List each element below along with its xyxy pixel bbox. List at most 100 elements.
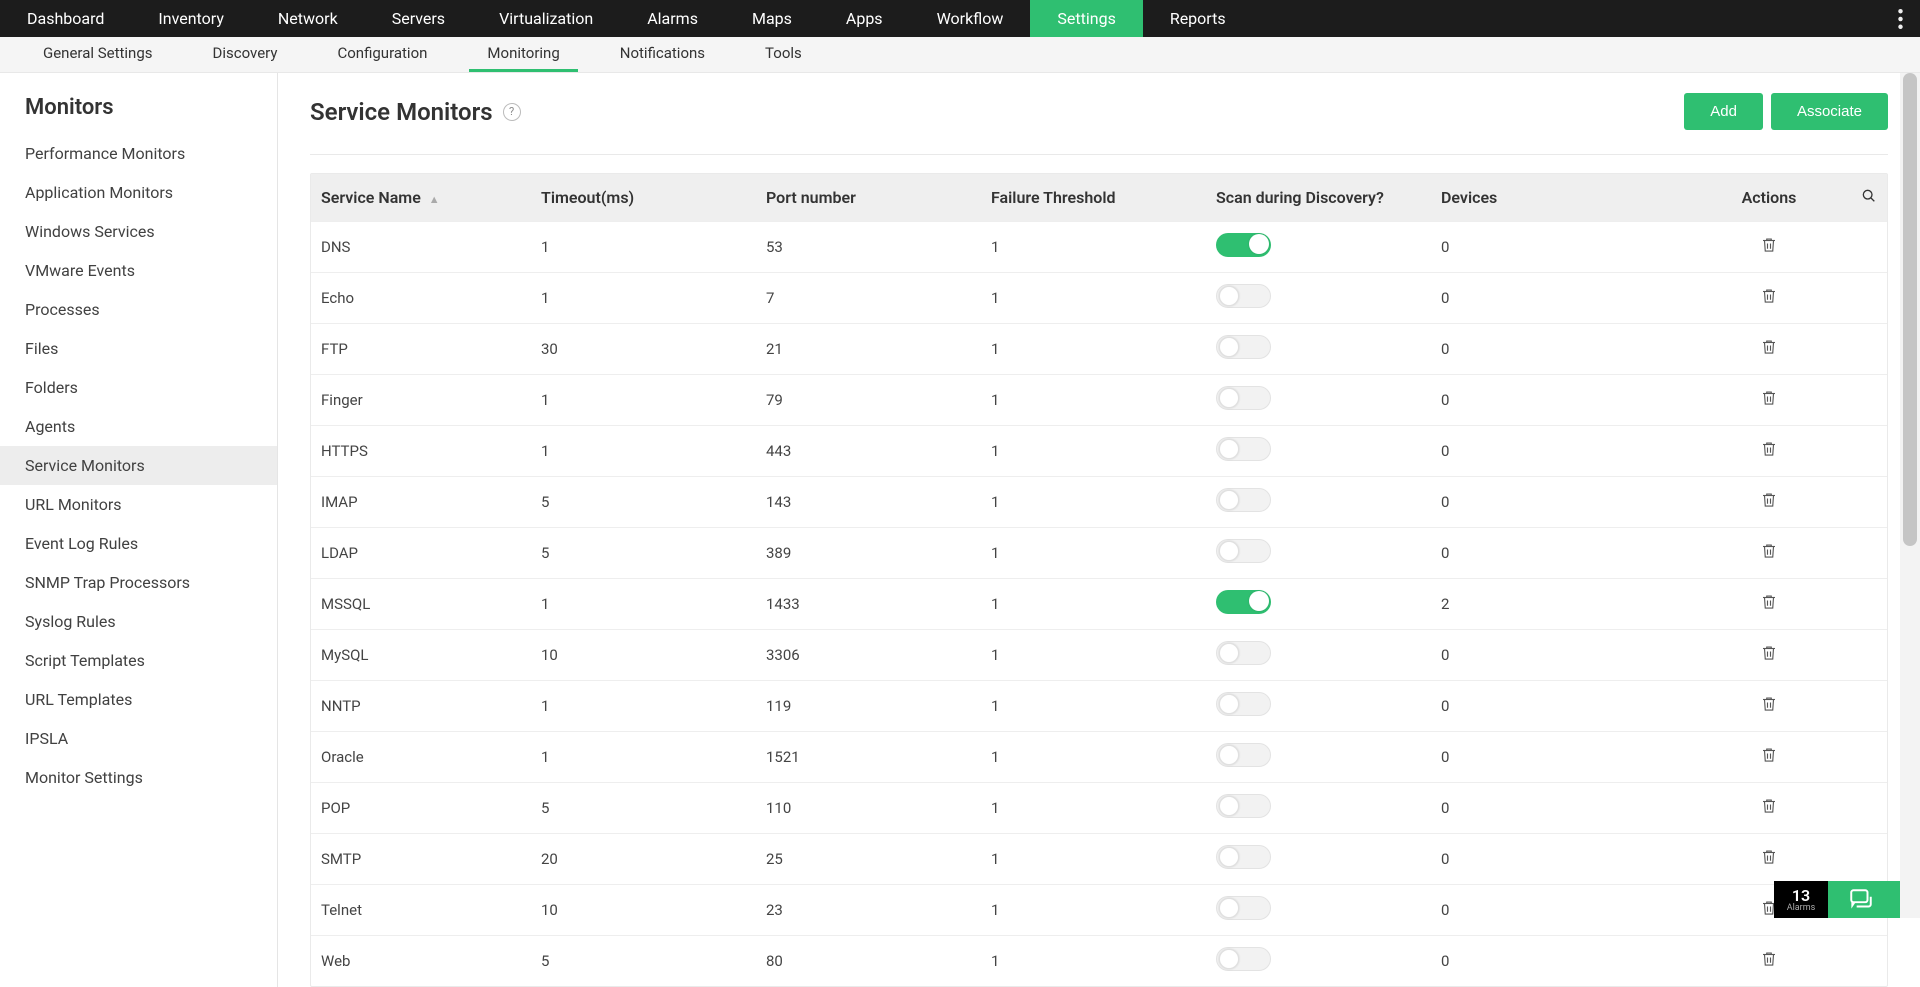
associate-button[interactable]: Associate xyxy=(1771,93,1888,130)
scan-toggle[interactable] xyxy=(1216,947,1271,971)
kebab-menu-icon[interactable] xyxy=(1880,0,1920,37)
sidebar-item-url-templates[interactable]: URL Templates xyxy=(0,680,277,719)
primary-nav-settings[interactable]: Settings xyxy=(1030,0,1142,37)
primary-nav-alarms[interactable]: Alarms xyxy=(620,0,725,37)
delete-icon[interactable] xyxy=(1760,389,1778,407)
cell-port: 53 xyxy=(766,238,991,256)
cell-service-name[interactable]: LDAP xyxy=(311,544,541,562)
cell-service-name[interactable]: POP xyxy=(311,799,541,817)
sidebar-item-snmp-trap-processors[interactable]: SNMP Trap Processors xyxy=(0,563,277,602)
scan-toggle[interactable] xyxy=(1216,386,1271,410)
delete-icon[interactable] xyxy=(1760,644,1778,662)
sidebar-item-windows-services[interactable]: Windows Services xyxy=(0,212,277,251)
cell-threshold: 1 xyxy=(991,850,1216,868)
cell-scan xyxy=(1216,896,1441,924)
scan-toggle[interactable] xyxy=(1216,692,1271,716)
primary-nav-maps[interactable]: Maps xyxy=(725,0,819,37)
primary-nav-reports[interactable]: Reports xyxy=(1143,0,1253,37)
cell-service-name[interactable]: MySQL xyxy=(311,646,541,664)
scan-toggle[interactable] xyxy=(1216,794,1271,818)
sidebar-item-agents[interactable]: Agents xyxy=(0,407,277,446)
primary-nav-servers[interactable]: Servers xyxy=(365,0,472,37)
secondary-nav-discovery[interactable]: Discovery xyxy=(195,37,296,72)
sidebar-item-processes[interactable]: Processes xyxy=(0,290,277,329)
scan-toggle[interactable] xyxy=(1216,539,1271,563)
sidebar-item-monitor-settings[interactable]: Monitor Settings xyxy=(0,758,277,797)
search-icon[interactable] xyxy=(1861,188,1877,208)
help-icon[interactable]: ? xyxy=(503,103,521,121)
scan-toggle[interactable] xyxy=(1216,641,1271,665)
primary-nav-workflow[interactable]: Workflow xyxy=(910,0,1031,37)
page-scrollbar[interactable] xyxy=(1900,73,1920,918)
sidebar-item-script-templates[interactable]: Script Templates xyxy=(0,641,277,680)
cell-service-name[interactable]: Telnet xyxy=(311,901,541,919)
cell-service-name[interactable]: SMTP xyxy=(311,850,541,868)
scan-toggle[interactable] xyxy=(1216,284,1271,308)
col-timeout[interactable]: Timeout(ms) xyxy=(541,188,766,207)
primary-nav-apps[interactable]: Apps xyxy=(819,0,910,37)
alarm-widget[interactable]: 13 Alarms xyxy=(1774,881,1828,918)
scan-toggle[interactable] xyxy=(1216,437,1271,461)
sidebar-item-vmware-events[interactable]: VMware Events xyxy=(0,251,277,290)
sidebar-item-folders[interactable]: Folders xyxy=(0,368,277,407)
cell-service-name[interactable]: FTP xyxy=(311,340,541,358)
scan-toggle[interactable] xyxy=(1216,743,1271,767)
secondary-nav-general-settings[interactable]: General Settings xyxy=(25,37,171,72)
col-threshold[interactable]: Failure Threshold xyxy=(991,188,1216,207)
cell-timeout: 5 xyxy=(541,952,766,970)
secondary-nav-tools[interactable]: Tools xyxy=(747,37,820,72)
cell-service-name[interactable]: IMAP xyxy=(311,493,541,511)
scan-toggle[interactable] xyxy=(1216,590,1271,614)
scan-toggle[interactable] xyxy=(1216,488,1271,512)
cell-service-name[interactable]: NNTP xyxy=(311,697,541,715)
add-button[interactable]: Add xyxy=(1684,93,1763,130)
delete-icon[interactable] xyxy=(1760,287,1778,305)
sidebar-item-application-monitors[interactable]: Application Monitors xyxy=(0,173,277,212)
sidebar-item-ipsla[interactable]: IPSLA xyxy=(0,719,277,758)
secondary-nav-configuration[interactable]: Configuration xyxy=(319,37,445,72)
delete-icon[interactable] xyxy=(1760,797,1778,815)
primary-nav-dashboard[interactable]: Dashboard xyxy=(0,0,131,37)
delete-icon[interactable] xyxy=(1760,848,1778,866)
delete-icon[interactable] xyxy=(1760,950,1778,968)
cell-service-name[interactable]: HTTPS xyxy=(311,442,541,460)
scan-toggle[interactable] xyxy=(1216,845,1271,869)
sidebar-item-url-monitors[interactable]: URL Monitors xyxy=(0,485,277,524)
col-port[interactable]: Port number xyxy=(766,188,991,207)
cell-service-name[interactable]: MSSQL xyxy=(311,595,541,613)
cell-service-name[interactable]: Finger xyxy=(311,391,541,409)
cell-actions xyxy=(1651,236,1887,258)
secondary-nav-monitoring[interactable]: Monitoring xyxy=(469,37,577,72)
primary-nav-network[interactable]: Network xyxy=(251,0,365,37)
sidebar-item-syslog-rules[interactable]: Syslog Rules xyxy=(0,602,277,641)
delete-icon[interactable] xyxy=(1760,542,1778,560)
scan-toggle[interactable] xyxy=(1216,896,1271,920)
cell-service-name[interactable]: Oracle xyxy=(311,748,541,766)
col-devices[interactable]: Devices xyxy=(1441,188,1651,207)
delete-icon[interactable] xyxy=(1760,695,1778,713)
chat-icon xyxy=(1848,887,1874,913)
delete-icon[interactable] xyxy=(1760,491,1778,509)
sidebar-item-performance-monitors[interactable]: Performance Monitors xyxy=(0,134,277,173)
delete-icon[interactable] xyxy=(1760,338,1778,356)
primary-nav-inventory[interactable]: Inventory xyxy=(131,0,251,37)
delete-icon[interactable] xyxy=(1760,746,1778,764)
primary-nav-virtualization[interactable]: Virtualization xyxy=(472,0,620,37)
col-scan[interactable]: Scan during Discovery? xyxy=(1216,188,1441,207)
scan-toggle[interactable] xyxy=(1216,233,1271,257)
secondary-nav-notifications[interactable]: Notifications xyxy=(602,37,723,72)
col-service-name[interactable]: Service Name ▲ xyxy=(311,188,541,207)
cell-devices: 0 xyxy=(1441,646,1651,664)
sidebar-item-event-log-rules[interactable]: Event Log Rules xyxy=(0,524,277,563)
scan-toggle[interactable] xyxy=(1216,335,1271,359)
cell-service-name[interactable]: Web xyxy=(311,952,541,970)
sort-asc-icon: ▲ xyxy=(429,193,440,206)
table-row: SMTP202510 xyxy=(311,833,1887,884)
cell-service-name[interactable]: DNS xyxy=(311,238,541,256)
delete-icon[interactable] xyxy=(1760,236,1778,254)
sidebar-item-files[interactable]: Files xyxy=(0,329,277,368)
sidebar-item-service-monitors[interactable]: Service Monitors xyxy=(0,446,277,485)
delete-icon[interactable] xyxy=(1760,593,1778,611)
cell-service-name[interactable]: Echo xyxy=(311,289,541,307)
delete-icon[interactable] xyxy=(1760,440,1778,458)
